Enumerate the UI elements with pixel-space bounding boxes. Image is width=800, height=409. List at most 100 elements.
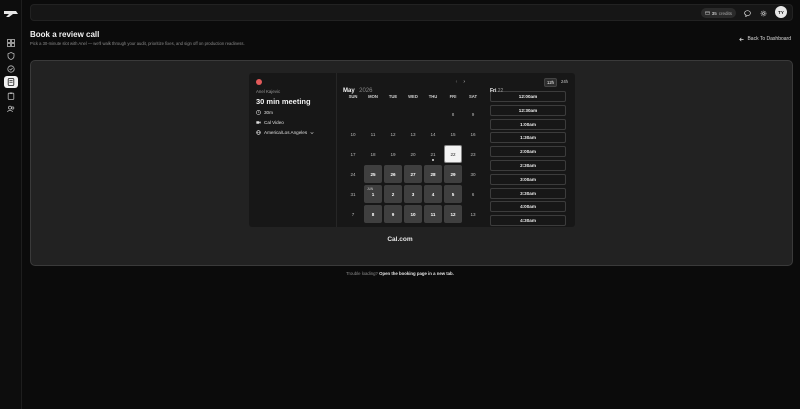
calendar-day: 18 bbox=[370, 151, 376, 157]
calendar-day-available[interactable]: 12 bbox=[443, 204, 463, 224]
time-format-toggle: 12h 24h bbox=[544, 78, 570, 87]
calendar-day-empty bbox=[423, 104, 443, 124]
chat-icon[interactable] bbox=[4, 63, 18, 75]
time-slot-button[interactable]: 4:00am bbox=[490, 201, 566, 213]
timezone-selector[interactable]: America/Los Angeles bbox=[256, 130, 329, 135]
calendar-day-available[interactable]: 26 bbox=[383, 164, 403, 184]
host-avatar bbox=[256, 79, 262, 85]
calendar-day: 11 bbox=[370, 131, 376, 137]
credits-badge[interactable]: 35 credits bbox=[700, 8, 736, 18]
arrow-left-icon bbox=[739, 37, 745, 41]
weekday-label: THU bbox=[428, 94, 438, 99]
trouble-loading-note: Trouble loading? Open the booking page i… bbox=[0, 271, 800, 276]
calendar-day-available[interactable]: 4 bbox=[423, 184, 443, 204]
calendar-day: 7 bbox=[351, 211, 355, 217]
selected-date-number: 22 bbox=[497, 88, 504, 94]
calendar-day-available[interactable]: 5 bbox=[443, 184, 463, 204]
clipboard-icon[interactable] bbox=[4, 90, 18, 102]
calendar-grid: 8 9 10 11 12 13 14 15 16 17 18 19 20 21 … bbox=[343, 104, 483, 224]
calendar: May 2026 ‹› SUN MON TUE WED THU FRI SAT … bbox=[343, 79, 483, 224]
message-icon[interactable] bbox=[742, 8, 752, 18]
slots-header: Fri 22 12h 24h bbox=[490, 78, 572, 94]
credit-card-icon bbox=[704, 11, 710, 15]
clock-icon bbox=[256, 110, 261, 115]
app-logo-icon[interactable] bbox=[3, 9, 19, 19]
top-bar: 35 credits TY bbox=[30, 4, 793, 21]
selected-day-number: 22 bbox=[444, 145, 462, 163]
time-slot-button[interactable]: 1:30am bbox=[490, 132, 566, 144]
user-avatar[interactable]: TY bbox=[775, 6, 787, 18]
calendar-day-available[interactable]: 25 bbox=[363, 164, 383, 184]
time-slot-button[interactable]: 3:00am bbox=[490, 173, 566, 185]
calendar-day: 20 bbox=[410, 151, 416, 157]
calendar-day: 31 bbox=[350, 191, 356, 197]
time-slot-button[interactable]: 4:30am bbox=[490, 215, 566, 227]
weekday-header: SUN MON TUE WED THU FRI SAT bbox=[343, 94, 483, 99]
calendar-day-available[interactable]: 2 bbox=[383, 184, 403, 204]
review-document-icon[interactable] bbox=[4, 76, 18, 88]
back-to-dashboard-link[interactable]: Back To Dashboard bbox=[739, 36, 791, 42]
calendar-day-available[interactable]: 11 bbox=[423, 204, 443, 224]
calendar-year: 2026 bbox=[359, 88, 373, 94]
weekday-label: WED bbox=[408, 94, 418, 99]
time-slot-button[interactable]: 3:30am bbox=[490, 187, 566, 199]
calendar-day: 9 bbox=[471, 111, 475, 117]
calendar-day-available[interactable]: JUN 1 bbox=[363, 184, 383, 204]
event-title: 30 min meeting bbox=[256, 97, 311, 106]
shield-icon[interactable] bbox=[4, 50, 18, 62]
month-nav: ‹› bbox=[456, 79, 471, 85]
dashboard-icon[interactable] bbox=[4, 37, 18, 49]
weekday-label: FRI bbox=[449, 94, 457, 99]
calendar-day-available[interactable]: 28 bbox=[423, 164, 443, 184]
back-to-dashboard-label: Back To Dashboard bbox=[747, 36, 791, 42]
calendar-day-available[interactable]: 29 bbox=[443, 164, 463, 184]
calendar-day: 12 bbox=[390, 131, 396, 137]
trouble-loading-prefix: Trouble loading? bbox=[346, 271, 378, 276]
location-row: Cal Video bbox=[256, 120, 329, 125]
credits-count: 35 bbox=[711, 10, 717, 16]
calendar-day-today: 21 bbox=[423, 144, 443, 164]
calendar-day: 13 bbox=[470, 211, 476, 217]
calendar-day-available[interactable]: 8 bbox=[363, 204, 383, 224]
users-icon[interactable] bbox=[4, 103, 18, 115]
location-text: Cal Video bbox=[264, 120, 284, 125]
calendar-day: 15 bbox=[450, 131, 456, 137]
format-12h-button[interactable]: 12h bbox=[544, 78, 557, 87]
gear-icon[interactable] bbox=[758, 8, 768, 18]
event-info: Anel Kajevic 30 min meeting 30m Cal Vide… bbox=[249, 73, 337, 227]
sidebar bbox=[0, 0, 22, 409]
calendar-day-available[interactable]: 9 bbox=[383, 204, 403, 224]
duration-row: 30m bbox=[256, 110, 329, 115]
weekday-label: SAT bbox=[468, 94, 478, 99]
calendar-day: 6 bbox=[471, 191, 475, 197]
calendar-day-available[interactable]: 27 bbox=[403, 164, 423, 184]
time-slot-button[interactable]: 2:00am bbox=[490, 146, 566, 158]
host-name: Anel Kajevic bbox=[256, 89, 281, 94]
page-subtitle: Pick a 30-minute slot with Anel — we'll … bbox=[30, 41, 245, 46]
calendar-day: 10 bbox=[350, 131, 356, 137]
cal-booking-widget: Anel Kajevic 30 min meeting 30m Cal Vide… bbox=[249, 73, 575, 227]
calendar-day-available[interactable]: 10 bbox=[403, 204, 423, 224]
time-slot-button[interactable]: 12:30am bbox=[490, 104, 566, 116]
today-indicator bbox=[432, 159, 434, 161]
duration-text: 30m bbox=[264, 110, 273, 115]
format-24h-button[interactable]: 24h bbox=[559, 78, 570, 87]
calendar-day-selected[interactable]: 22 bbox=[443, 144, 463, 164]
calendar-header: May 2026 ‹› bbox=[343, 79, 483, 94]
time-slot-button[interactable]: 1:00am bbox=[490, 118, 566, 130]
calendar-day: 14 bbox=[430, 131, 436, 137]
open-booking-link[interactable]: Open the booking page in a new tab. bbox=[379, 271, 454, 276]
page-title: Book a review call bbox=[30, 30, 100, 39]
calendar-day: 23 bbox=[470, 151, 476, 157]
calendar-month: May bbox=[343, 88, 355, 94]
calendar-day: 17 bbox=[350, 151, 356, 157]
time-slots: Fri 22 12h 24h 12:00am 12:30am 1:00am 1:… bbox=[490, 78, 572, 229]
next-month-label: JUN bbox=[367, 187, 374, 191]
chevron-down-icon bbox=[310, 131, 314, 134]
next-month-icon[interactable]: › bbox=[463, 79, 471, 85]
calendar-day-available[interactable]: 3 bbox=[403, 184, 423, 204]
calendar-day-empty bbox=[343, 104, 363, 124]
cal-brand-text: Cal.com bbox=[387, 236, 413, 243]
calendar-day: 24 bbox=[350, 171, 356, 177]
time-slot-button[interactable]: 2:30am bbox=[490, 159, 566, 171]
